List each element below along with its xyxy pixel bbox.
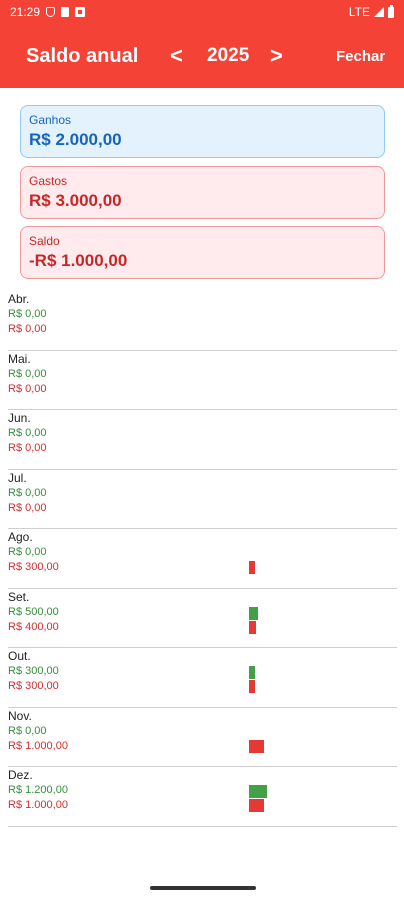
- monthly-list: Abr. R$ 0,00 R$ 0,00 Mai. R$ 0,00 R$ 0,0…: [8, 291, 397, 827]
- month-name: Jul.: [8, 470, 27, 485]
- month-row: Ago. R$ 0,00 R$ 300,00: [8, 529, 397, 589]
- month-name: Dez.: [8, 768, 33, 782]
- month-name: Jun.: [8, 411, 31, 425]
- month-expense: R$ 0,00: [8, 501, 47, 514]
- signal-icon: [374, 7, 384, 17]
- sim-card-icon: [61, 7, 70, 17]
- month-name: Out.: [8, 649, 31, 663]
- month-income: R$ 0,00: [8, 367, 47, 380]
- expense-value: R$ 3.000,00: [29, 191, 122, 210]
- expense-bar: [249, 799, 264, 812]
- battery-icon: [388, 4, 394, 18]
- previous-year-button[interactable]: <: [170, 43, 183, 69]
- month-row: Jun. R$ 0,00 R$ 0,00: [8, 410, 397, 470]
- app-bar: Saldo anual < 2025 > Fechar: [0, 24, 404, 88]
- shield-icon: [46, 7, 56, 17]
- expense-label: Gastos: [29, 174, 68, 188]
- month-row: Jul. R$ 0,00 R$ 0,00: [8, 470, 397, 529]
- close-button[interactable]: Fechar: [336, 48, 385, 65]
- notification-box-icon: [75, 7, 86, 17]
- month-expense: R$ 0,00: [8, 382, 47, 395]
- month-row: Dez. R$ 1.200,00 R$ 1.000,00: [8, 767, 397, 827]
- month-expense: R$ 0,00: [8, 323, 47, 335]
- income-bar: [249, 666, 255, 679]
- month-income: R$ 0,00: [8, 486, 47, 499]
- income-summary-card: Ganhos R$ 2.000,00: [20, 105, 385, 158]
- home-indicator[interactable]: [150, 886, 256, 890]
- income-value: R$ 2.000,00: [29, 130, 122, 149]
- month-name: Abr.: [8, 292, 30, 306]
- month-row: Mai. R$ 0,00 R$ 0,00: [8, 351, 397, 410]
- month-expense: R$ 300,00: [8, 680, 59, 692]
- month-expense: R$ 1.000,00: [8, 799, 68, 811]
- status-bar: 21:29 LTE: [0, 0, 404, 24]
- balance-label: Saldo: [29, 234, 60, 248]
- expense-bar: [249, 561, 255, 574]
- month-name: Set.: [8, 589, 30, 604]
- next-year-button[interactable]: >: [270, 43, 283, 69]
- month-expense: R$ 300,00: [8, 561, 59, 573]
- expense-bar: [249, 680, 255, 693]
- month-name: Nov.: [8, 708, 32, 723]
- month-row: Out. R$ 300,00 R$ 300,00: [8, 648, 397, 708]
- month-name: Ago.: [8, 530, 33, 544]
- balance-value: -R$ 1.000,00: [29, 251, 128, 270]
- month-income: R$ 1.200,00: [8, 784, 68, 796]
- network-label: LTE: [348, 5, 370, 19]
- status-time: 21:29: [10, 5, 41, 19]
- income-bar: [249, 785, 267, 798]
- month-expense: R$ 1.000,00: [8, 739, 68, 752]
- month-expense: R$ 0,00: [8, 442, 47, 454]
- month-income: R$ 500,00: [8, 605, 59, 618]
- month-income: R$ 0,00: [8, 427, 47, 439]
- month-expense: R$ 400,00: [8, 620, 59, 633]
- balance-summary-card: Saldo -R$ 1.000,00: [20, 226, 385, 279]
- month-income: R$ 300,00: [8, 665, 59, 677]
- month-income: R$ 0,00: [8, 308, 47, 320]
- income-label: Ganhos: [29, 113, 72, 127]
- month-income: R$ 0,00: [8, 724, 47, 737]
- expense-bar: [249, 620, 256, 634]
- income-bar: [249, 606, 258, 620]
- page-title: Saldo anual: [26, 44, 139, 67]
- expense-summary-card: Gastos R$ 3.000,00: [20, 166, 385, 219]
- expense-bar: [249, 739, 264, 753]
- month-row: Nov. R$ 0,00 R$ 1.000,00: [8, 708, 397, 767]
- month-income: R$ 0,00: [8, 546, 47, 558]
- month-row: Abr. R$ 0,00 R$ 0,00: [8, 291, 397, 351]
- month-row: Set. R$ 500,00 R$ 400,00: [8, 589, 397, 648]
- month-name: Mai.: [8, 351, 31, 366]
- year-label: 2025: [207, 45, 250, 66]
